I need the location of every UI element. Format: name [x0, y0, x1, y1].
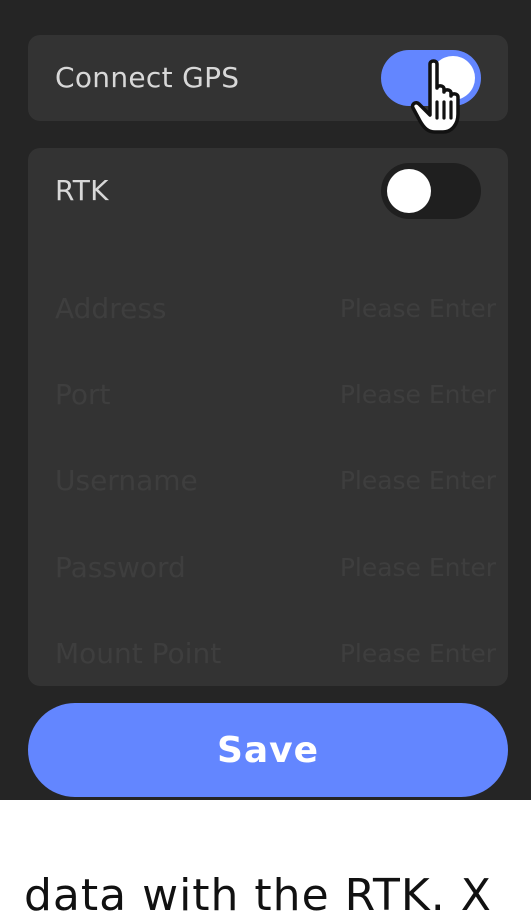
- rtk-toggle-knob: [387, 169, 431, 213]
- gps-card: Connect GPS: [28, 35, 508, 121]
- caption-text: data with the RTK. X: [24, 870, 492, 921]
- gps-toggle-knob: [431, 56, 475, 100]
- address-input[interactable]: [296, 288, 496, 328]
- save-button[interactable]: Save: [28, 703, 508, 797]
- port-label: Port: [55, 378, 111, 411]
- username-input[interactable]: [296, 460, 496, 500]
- port-row: Port: [28, 366, 508, 426]
- username-label: Username: [55, 464, 198, 497]
- rtk-card: RTK Address Port Username Password Mount…: [28, 148, 508, 686]
- mount-point-row: Mount Point: [28, 625, 508, 685]
- address-label: Address: [55, 292, 167, 325]
- password-row: Password: [28, 539, 508, 599]
- mount-point-input[interactable]: [296, 633, 496, 673]
- password-input[interactable]: [296, 547, 496, 587]
- mount-point-label: Mount Point: [55, 637, 222, 670]
- gps-label: Connect GPS: [55, 61, 240, 94]
- rtk-toggle[interactable]: [381, 163, 481, 219]
- port-input[interactable]: [296, 374, 496, 414]
- settings-panel: Connect GPS RTK Address Port Username Pa…: [0, 0, 531, 800]
- gps-toggle[interactable]: [381, 50, 481, 106]
- username-row: Username: [28, 452, 508, 512]
- password-label: Password: [55, 551, 186, 584]
- rtk-label: RTK: [55, 174, 109, 207]
- address-row: Address: [28, 280, 508, 340]
